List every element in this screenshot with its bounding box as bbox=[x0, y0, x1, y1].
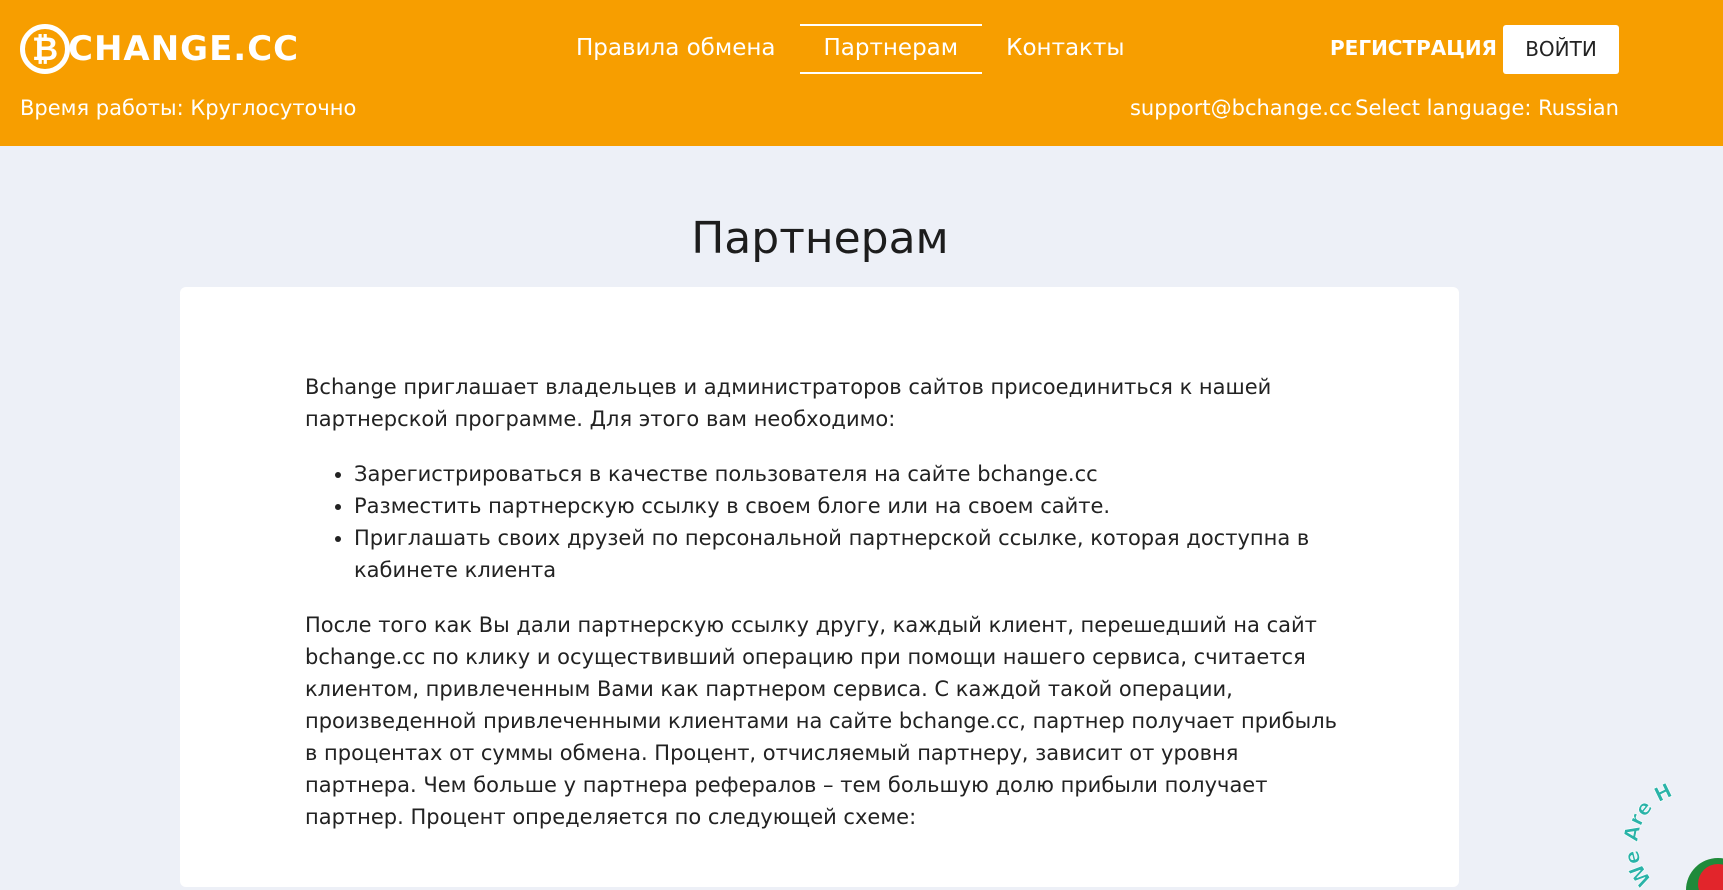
list-item: Зарегистрироваться в качестве пользовате… bbox=[354, 458, 1345, 490]
nav-item-contacts[interactable]: Контакты bbox=[982, 24, 1148, 74]
site-header: ₿ CHANGE.CC Правила обмена Партнерам Кон… bbox=[0, 0, 1723, 146]
details-paragraph: После того как Вы дали партнерскую ссылк… bbox=[305, 613, 1338, 829]
logo-text: CHANGE.CC bbox=[68, 29, 300, 69]
register-link[interactable]: РЕГИСТРАЦИЯ bbox=[1330, 36, 1497, 60]
login-button[interactable]: ВОЙТИ bbox=[1503, 25, 1619, 74]
svg-text:We Are H: We Are H bbox=[1623, 780, 1676, 890]
site-logo[interactable]: ₿ CHANGE.CC bbox=[20, 22, 299, 76]
badge-text: We Are H bbox=[1623, 780, 1676, 890]
list-item: Разместить партнерскую ссылку в своем бл… bbox=[354, 490, 1345, 522]
content-card: Bchange приглашает владельцев и админист… bbox=[180, 287, 1459, 887]
list-item: Приглашать своих друзей по персональной … bbox=[354, 522, 1345, 586]
steps-list: Зарегистрироваться в качестве пользовате… bbox=[305, 458, 1345, 586]
bitcoin-coin-icon: ₿ bbox=[20, 24, 70, 74]
support-email-link[interactable]: support@bchange.cc bbox=[1130, 96, 1352, 120]
we-are-here-badge-icon[interactable]: We Are H bbox=[1623, 780, 1723, 890]
main-nav: Правила обмена Партнерам Контакты bbox=[552, 24, 1149, 74]
working-hours: Время работы: Круглосуточно bbox=[20, 96, 357, 120]
intro-paragraph: Bchange приглашает владельцев и админист… bbox=[305, 375, 1272, 431]
page-title: Партнерам bbox=[691, 213, 949, 265]
language-selector[interactable]: Select language: Russian bbox=[1355, 96, 1619, 120]
nav-item-partners[interactable]: Партнерам bbox=[799, 24, 983, 74]
nav-item-exchange-rules[interactable]: Правила обмена bbox=[552, 24, 800, 74]
article-content: Bchange приглашает владельцев и админист… bbox=[305, 371, 1345, 856]
